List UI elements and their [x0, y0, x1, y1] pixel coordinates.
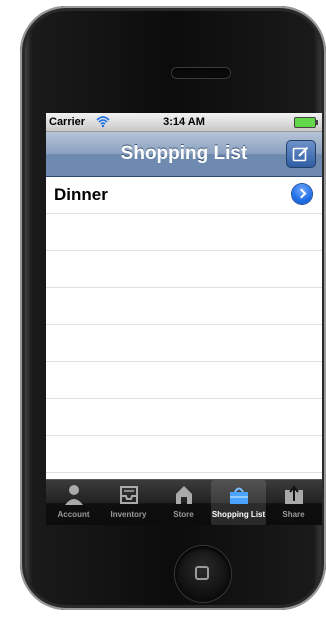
compose-icon — [292, 146, 309, 162]
empty-row — [46, 214, 322, 251]
empty-row — [46, 251, 322, 288]
battery-icon — [294, 117, 318, 128]
store-icon — [176, 486, 192, 504]
list-item-label: Dinner — [54, 185, 108, 204]
tab-label: Shopping List — [211, 510, 266, 519]
disclosure-icon[interactable] — [292, 184, 312, 204]
screen: Carrier 3:14 AM Shopping List Dinner Acc… — [46, 113, 322, 525]
empty-row — [46, 362, 322, 399]
tab-inventory[interactable]: Inventory — [101, 480, 156, 525]
empty-row — [46, 436, 322, 473]
status-time: 3:14 AM — [163, 116, 205, 128]
tab-bar: Account Inventory Store Shopping List Sh… — [46, 479, 322, 525]
tab-shopping-list[interactable]: Shopping List — [211, 480, 266, 525]
nav-title: Shopping List — [120, 143, 248, 164]
share-icon — [285, 485, 303, 504]
empty-row — [46, 325, 322, 362]
list-item[interactable]: Dinner — [46, 177, 322, 214]
tab-label: Account — [57, 510, 90, 519]
tab-label: Store — [173, 510, 194, 519]
person-icon — [65, 485, 83, 505]
tab-share[interactable]: Share — [266, 480, 321, 525]
compose-button[interactable] — [286, 140, 316, 168]
shopping-list: Dinner — [46, 177, 322, 473]
empty-row — [46, 399, 322, 436]
tab-account[interactable]: Account — [46, 480, 101, 525]
home-square-icon — [195, 566, 209, 580]
inbox-tray-icon — [120, 486, 138, 504]
basket-icon — [230, 487, 248, 504]
status-bar: Carrier 3:14 AM — [46, 113, 322, 132]
speaker-grille — [172, 68, 230, 78]
tab-store[interactable]: Store — [156, 480, 211, 525]
home-button[interactable] — [175, 546, 231, 602]
empty-row — [46, 288, 322, 325]
tab-label: Share — [282, 510, 305, 519]
navigation-bar: Shopping List — [46, 132, 322, 177]
tab-label: Inventory — [110, 510, 147, 519]
